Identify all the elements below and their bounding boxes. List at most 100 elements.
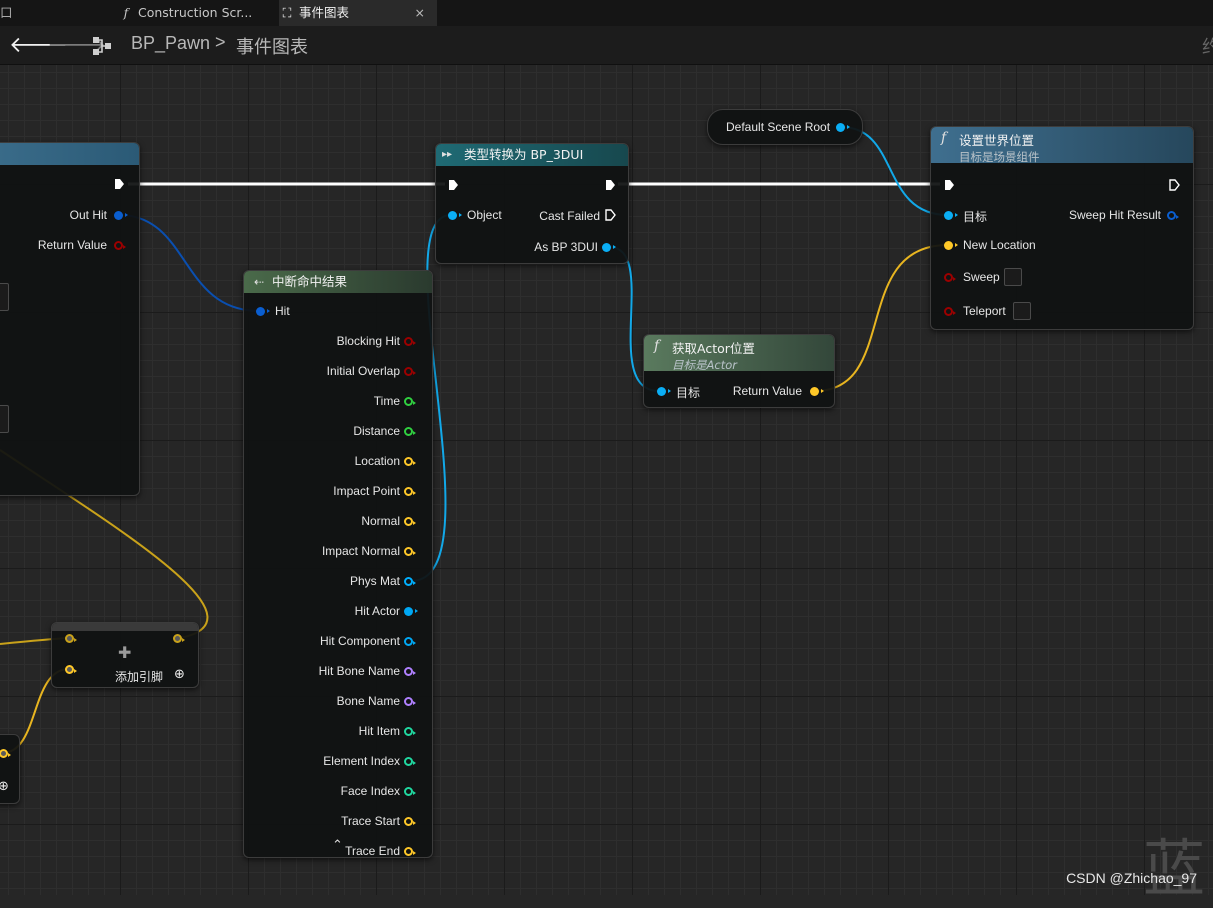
node-subtitle: 目标是场景组件 [959,150,1040,164]
exec-in-pin[interactable] [944,179,955,191]
sweep-pin[interactable] [944,273,956,282]
tab-construction-script[interactable]: f Construction Scr... [118,0,276,26]
pin-label: Trace End [345,844,400,858]
left-node-partial[interactable]: Out Hit Return Value [0,142,140,496]
teleport-pin[interactable] [944,307,956,316]
breadcrumb-overflow: 约 [1202,37,1213,57]
cast-failed-pin[interactable] [605,209,616,221]
add-pin-label[interactable]: 添加引脚 [115,668,163,685]
function-icon: f [941,130,947,146]
out-hit-pin[interactable] [114,211,128,220]
pin-label: Object [467,208,502,222]
trace-end-pin[interactable] [404,847,416,856]
return-value-pin[interactable] [114,241,126,250]
object-in-pin[interactable] [448,211,462,220]
node-header [52,623,198,631]
impact-normal-pin[interactable] [404,547,416,556]
distance-pin[interactable] [404,427,416,436]
pin-label: Sweep [963,270,1000,284]
node-title: 获取Actor位置 [672,341,755,356]
pin-label: New Location [963,238,1036,252]
pin-label: Cast Failed [539,209,600,223]
break-hit-result-node[interactable]: ⇠ 中断命中结果 Hit Blocking Hit Initial Overlap… [243,270,433,858]
node-title: 设置世界位置 [959,133,1035,148]
exec-out-pin[interactable] [605,179,616,191]
hit-item-pin[interactable] [404,727,416,736]
hit-actor-pin[interactable] [404,607,418,616]
array-in-pin-2[interactable] [65,665,77,674]
cast-node[interactable]: ▸▸ 类型转换为 BP_3DUI Object Cast Failed As B… [435,143,629,264]
exec-in-pin[interactable] [448,179,459,191]
make-array-node[interactable]: ✚ 添加引脚 ⊕ [51,622,199,688]
checkbox[interactable] [0,283,9,311]
array-out-pin[interactable] [173,634,185,643]
target-in-pin[interactable] [657,387,671,396]
element-index-pin[interactable] [404,757,416,766]
pin-label: 目标 [676,386,701,400]
tab-partial-label: 口 [0,5,13,20]
breadcrumb-current: 事件图表 [236,37,308,57]
pin-label: Blocking Hit [336,334,400,348]
pin-label: Return Value [732,384,802,398]
partial-out-pin[interactable] [0,749,11,758]
impact-point-pin[interactable] [404,487,416,496]
pin-label: Phys Mat [349,574,400,588]
node-title: 类型转换为 BP_3DUI [464,147,584,162]
pin-label: Bone Name [336,694,400,708]
get-actor-location-node[interactable]: f 获取Actor位置 目标是Actor 目标 Return Value [643,334,835,408]
scene-root-out-pin[interactable] [836,123,850,132]
pin-label: Hit [275,304,290,318]
phys-mat-pin[interactable] [404,577,416,586]
pin-label: Teleport [963,304,1006,318]
node-title: 中断命中结果 [272,274,348,289]
initial-overlap-pin[interactable] [404,367,416,376]
hit-in-pin[interactable] [256,307,270,316]
location-pin[interactable] [404,457,416,466]
face-index-pin[interactable] [404,787,416,796]
hit-bone-name-pin[interactable] [404,667,416,676]
node-title: Default Scene Root [726,120,831,134]
pin-label: Hit Item [358,724,400,738]
node-header: f 获取Actor位置 目标是Actor [644,335,834,372]
default-scene-root-node[interactable]: Default Scene Root [707,109,863,145]
pin-label: Hit Actor [354,604,400,618]
array-in-pin[interactable] [65,634,77,643]
exec-out-pin[interactable] [1169,179,1180,191]
checkbox[interactable] [0,405,9,433]
as-bp-3dui-pin[interactable] [602,243,616,252]
bottom-left-node-partial[interactable]: ⊕ [0,734,20,804]
blueprint-hierarchy-icon [93,37,111,55]
pin-label: Location [354,454,400,468]
teleport-checkbox[interactable] [1013,302,1031,320]
return-value-pin[interactable] [810,387,824,396]
break-struct-icon: ⇠ [254,275,265,289]
collapse-icon[interactable]: ⌃ [332,838,343,853]
add-circle-icon[interactable]: ⊕ [0,779,9,794]
set-world-location-node[interactable]: f 设置世界位置 目标是场景组件 目标 Sweep Hit Result New… [930,126,1194,330]
tab-partial[interactable]: 口 [0,0,13,26]
new-location-pin[interactable] [944,241,958,250]
pin-label: Initial Overlap [326,364,400,378]
normal-pin[interactable] [404,517,416,526]
trace-start-pin[interactable] [404,817,416,826]
exec-out-pin[interactable] [114,178,125,190]
blocking-hit-pin[interactable] [404,337,416,346]
close-icon[interactable]: × [415,0,425,25]
navigation-bar: 🡐 🡒 BP_Pawn > 事件图表 约 [0,26,1213,65]
pin-label: Element Index [323,754,400,768]
bone-name-pin[interactable] [404,697,416,706]
pin-label: Impact Point [333,484,400,498]
sweep-hit-result-pin[interactable] [1167,211,1179,220]
sweep-checkbox[interactable] [1004,268,1022,286]
pin-label: Trace Start [341,814,400,828]
hit-component-pin[interactable] [404,637,416,646]
function-icon: f [123,5,129,20]
time-pin[interactable] [404,397,416,406]
add-circle-icon[interactable]: ⊕ [174,667,185,682]
pin-label: Hit Component [319,634,400,648]
pin-label: Impact Normal [321,544,400,558]
breadcrumb-blueprint[interactable]: BP_Pawn [131,33,210,54]
target-in-pin[interactable] [944,211,958,220]
node-header: f 设置世界位置 目标是场景组件 [931,127,1193,164]
tab-event-graph[interactable]: ⛶ 事件图表 × [279,0,437,26]
